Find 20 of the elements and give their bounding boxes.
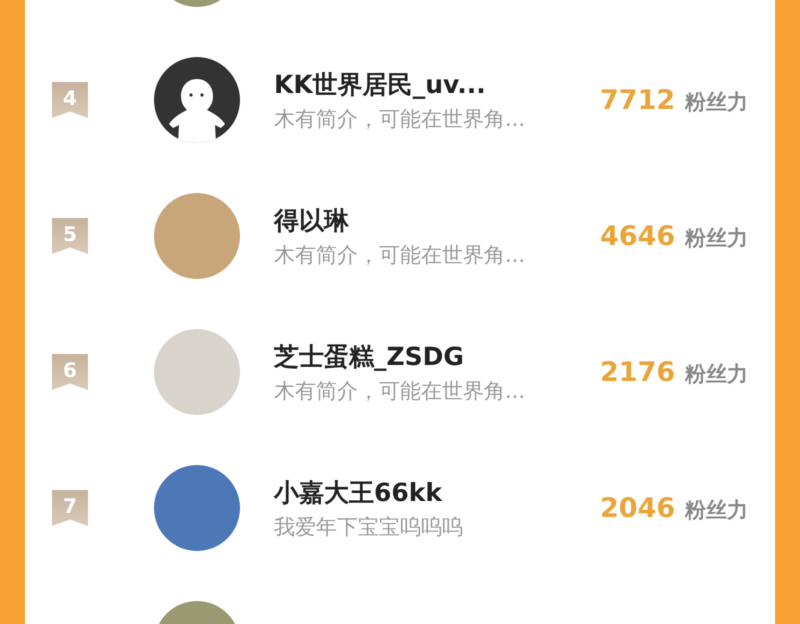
fan-count: 2176	[600, 356, 676, 388]
rank-badge: 7	[52, 490, 88, 526]
user-name[interactable]: KK世界居民_uv...	[274, 68, 594, 100]
rank-badge: 5	[52, 218, 88, 254]
user-name[interactable]: 小嘉大王66kk	[274, 476, 594, 508]
fan-count: 7712	[600, 84, 676, 116]
rank-badge: 4	[52, 82, 88, 118]
user-bio: 木有简介，可能在世界角...	[274, 378, 526, 404]
fan-label: 粉丝力	[685, 224, 748, 252]
fan-label: 粉丝力	[685, 360, 748, 388]
fan-label: 粉丝力	[685, 496, 748, 524]
fan-count: 4646	[600, 220, 676, 252]
fan-label: 粉丝力	[685, 88, 748, 116]
user-bio: 木有简介，可能在世界角...	[274, 106, 526, 132]
fan-count: 2046	[600, 492, 676, 524]
user-bio: 木有简介，可能在世界角...	[274, 242, 526, 268]
rank-badge: 6	[52, 354, 88, 390]
user-bio: 我爱年下宝宝呜呜呜	[274, 514, 464, 540]
user-name[interactable]: 芝士蛋糕_ZSDG	[274, 340, 594, 372]
user-name[interactable]: 得以琳	[274, 204, 594, 236]
